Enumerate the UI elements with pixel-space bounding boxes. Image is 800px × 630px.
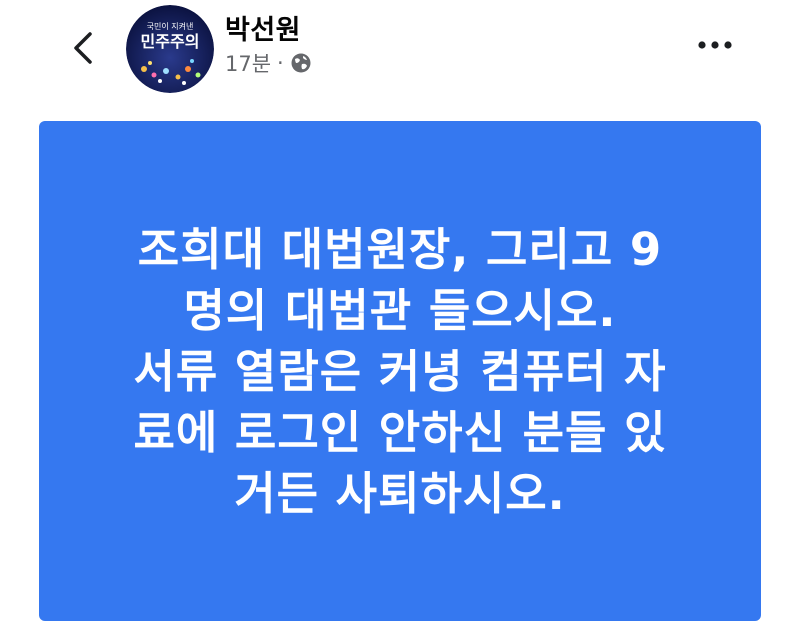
avatar-badge-small: 국민이 지켜낸 [147, 21, 194, 31]
back-button[interactable] [64, 28, 104, 68]
meta-separator: · [277, 51, 284, 75]
post-text-card[interactable]: 조희대 대법원장, 그리고 9 명의 대법관 들으시오. 서류 열람은 커녕 컴… [39, 121, 761, 621]
post-meta: 17분 · [225, 48, 312, 78]
post-header: 국민이 지켜낸 민주주의 박선원 17분 · [0, 0, 800, 100]
post-screen: 국민이 지켜낸 민주주의 박선원 17분 · 조희대 대법원장, 그리고 9 명… [0, 0, 800, 630]
more-horizontal-icon [698, 41, 732, 49]
globe-icon[interactable] [290, 52, 312, 74]
more-options-button[interactable] [690, 28, 740, 62]
avatar[interactable]: 국민이 지켜낸 민주주의 [126, 5, 214, 93]
author-name[interactable]: 박선원 [225, 8, 301, 47]
chevron-left-icon [74, 32, 92, 64]
avatar-image: 국민이 지켜낸 민주주의 [126, 5, 214, 93]
timestamp[interactable]: 17분 [225, 48, 271, 78]
avatar-badge-main: 민주주의 [141, 32, 200, 51]
post-text: 조희대 대법원장, 그리고 9 명의 대법관 들으시오. 서류 열람은 커녕 컴… [133, 222, 667, 520]
